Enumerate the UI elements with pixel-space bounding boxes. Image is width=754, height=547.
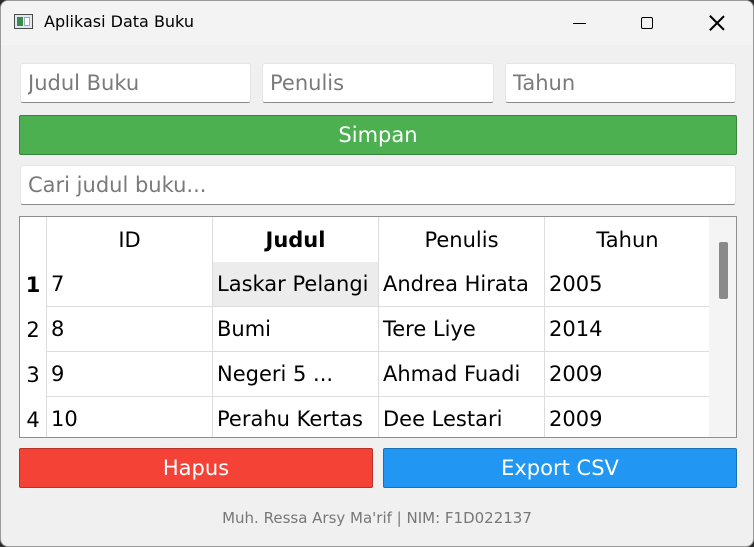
cell-judul[interactable]: Laskar Pelangi — [212, 262, 378, 307]
cell-tahun[interactable]: 2005 — [544, 262, 710, 307]
maximize-button[interactable] — [617, 1, 677, 45]
cell-penulis[interactable]: Tere Liye — [378, 307, 544, 352]
simpan-button[interactable]: Simpan — [19, 115, 737, 155]
row-header[interactable]: 2 — [20, 307, 46, 352]
app-window-icon — [14, 14, 33, 29]
column-header-tahun[interactable]: Tahun — [544, 217, 710, 262]
close-icon — [709, 15, 725, 31]
maximize-icon — [641, 17, 653, 29]
row-header[interactable]: 4 — [20, 397, 46, 437]
judul-input[interactable] — [20, 63, 251, 103]
title-bar: Aplikasi Data Buku — [1, 1, 753, 45]
minimize-icon — [572, 22, 586, 24]
row-header[interactable]: 3 — [20, 352, 46, 397]
column-header-id[interactable]: ID — [46, 217, 212, 262]
search-input[interactable] — [20, 165, 736, 205]
vertical-scrollbar[interactable] — [709, 217, 736, 437]
book-table: ID Judul Penulis Tahun 1 7 Laskar Pelang… — [19, 216, 737, 438]
cell-id[interactable]: 9 — [46, 352, 212, 397]
cell-id[interactable]: 8 — [46, 307, 212, 352]
minimize-button[interactable] — [549, 1, 609, 45]
cell-tahun[interactable]: 2009 — [544, 352, 710, 397]
scrollbar-thumb[interactable] — [719, 242, 728, 299]
cell-tahun[interactable]: 2009 — [544, 397, 710, 437]
export-csv-button[interactable]: Export CSV — [383, 448, 737, 488]
window-title: Aplikasi Data Buku — [44, 12, 194, 31]
hapus-button[interactable]: Hapus — [19, 448, 373, 488]
cell-penulis[interactable]: Dee Lestari — [378, 397, 544, 437]
cell-id[interactable]: 10 — [46, 397, 212, 437]
cell-id[interactable]: 7 — [46, 262, 212, 307]
cell-judul[interactable]: Perahu Kertas — [212, 397, 378, 437]
table-corner[interactable] — [20, 217, 46, 262]
footer-credit: Muh. Ressa Arsy Ma'rif | NIM: F1D022137 — [222, 509, 532, 527]
cell-penulis[interactable]: Andrea Hirata — [378, 262, 544, 307]
tahun-input[interactable] — [505, 63, 736, 103]
column-header-judul[interactable]: Judul — [212, 217, 378, 262]
cell-tahun[interactable]: 2014 — [544, 307, 710, 352]
cell-penulis[interactable]: Ahmad Fuadi — [378, 352, 544, 397]
close-button[interactable] — [687, 1, 747, 45]
row-header[interactable]: 1 — [20, 262, 46, 307]
app-window: Aplikasi Data Buku Simpan ID Judul Penul… — [0, 0, 754, 547]
column-header-penulis[interactable]: Penulis — [378, 217, 544, 262]
cell-judul[interactable]: Negeri 5 ... — [212, 352, 378, 397]
cell-judul[interactable]: Bumi — [212, 307, 378, 352]
penulis-input[interactable] — [262, 63, 494, 103]
